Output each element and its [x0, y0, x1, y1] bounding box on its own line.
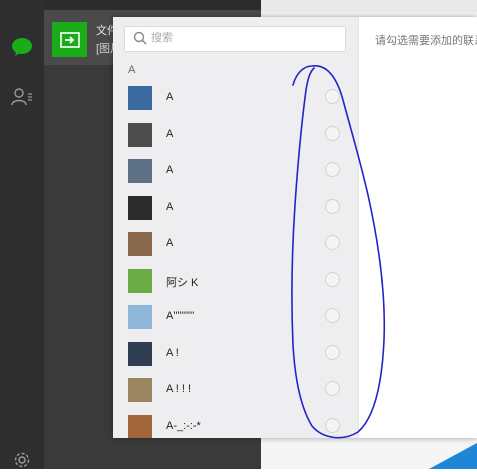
main-header	[261, 0, 477, 12]
settings-gear-icon[interactable]	[10, 448, 34, 472]
contact-name: A !	[166, 346, 179, 359]
contact-select-radio[interactable]	[325, 271, 340, 287]
contact-select-radio[interactable]	[325, 89, 340, 104]
pane-divider	[358, 17, 359, 438]
search-icon	[133, 31, 147, 50]
contact-select-radio[interactable]	[325, 308, 340, 323]
contacts-icon[interactable]	[10, 85, 34, 109]
contact-name: A-_:-:-*	[166, 419, 201, 432]
contact-name: A ! ! !	[166, 383, 192, 395]
contact-picker-pane: A A A A A A 阿シ K A'''''''''' A ! A ! ! ! A-_:-:-*	[113, 17, 358, 438]
section-letter: A	[128, 64, 136, 76]
add-contacts-dialog: A A A A A A 阿シ K A'''''''''' A ! A ! ! ! A-_:-:-*…	[113, 17, 477, 438]
contact-row[interactable]: 阿シ K	[113, 263, 358, 300]
contact-name: 阿シ K	[166, 276, 199, 289]
contact-row[interactable]: A-_:-:-*	[113, 409, 358, 438]
contact-row[interactable]: A	[113, 153, 358, 190]
contact-row[interactable]: A !	[113, 336, 358, 373]
contact-row[interactable]: A	[113, 190, 358, 227]
contact-name: A	[166, 164, 174, 176]
chat-icon[interactable]	[10, 35, 34, 59]
contact-name: A	[166, 237, 174, 249]
file-transfer-avatar	[52, 22, 87, 57]
contact-select-radio[interactable]	[325, 381, 340, 396]
contact-avatar	[128, 122, 152, 147]
search-box[interactable]	[124, 26, 346, 52]
file-transfer-icon	[59, 31, 80, 48]
contact-name: A	[166, 200, 174, 213]
contact-list: A A A A A 阿シ K A'''''''''' A ! A ! ! ! A-_:-:-*	[113, 80, 358, 438]
contact-select-radio[interactable]	[325, 235, 340, 250]
contact-row[interactable]: A	[113, 226, 358, 263]
contact-avatar	[128, 232, 152, 256]
contact-avatar	[128, 341, 152, 366]
contact-avatar	[128, 305, 152, 329]
contact-avatar	[128, 86, 152, 110]
contact-select-radio[interactable]	[325, 198, 340, 214]
chat-list-header	[44, 0, 261, 10]
contact-row[interactable]: A ! ! !	[113, 372, 358, 409]
contact-avatar	[128, 378, 152, 402]
contact-avatar	[128, 268, 152, 293]
selection-hint: 请勾选需要添加的联系人	[375, 35, 477, 47]
contact-name: A''''''''''	[166, 310, 195, 322]
contact-select-radio[interactable]	[325, 162, 340, 177]
contact-row[interactable]: A	[113, 117, 358, 154]
contact-avatar	[128, 159, 152, 183]
contact-select-radio[interactable]	[325, 417, 340, 433]
contact-select-radio[interactable]	[325, 125, 340, 141]
contact-avatar	[128, 195, 152, 220]
contact-avatar	[128, 414, 152, 438]
contact-name: A	[166, 127, 174, 140]
contact-name: A	[166, 91, 174, 103]
left-nav-bar	[0, 0, 44, 469]
contact-select-radio[interactable]	[325, 344, 340, 360]
contact-row[interactable]: A''''''''''	[113, 299, 358, 336]
contact-row[interactable]: A	[113, 80, 358, 117]
search-input[interactable]	[151, 29, 336, 47]
blue-corner-decoration	[429, 443, 477, 469]
